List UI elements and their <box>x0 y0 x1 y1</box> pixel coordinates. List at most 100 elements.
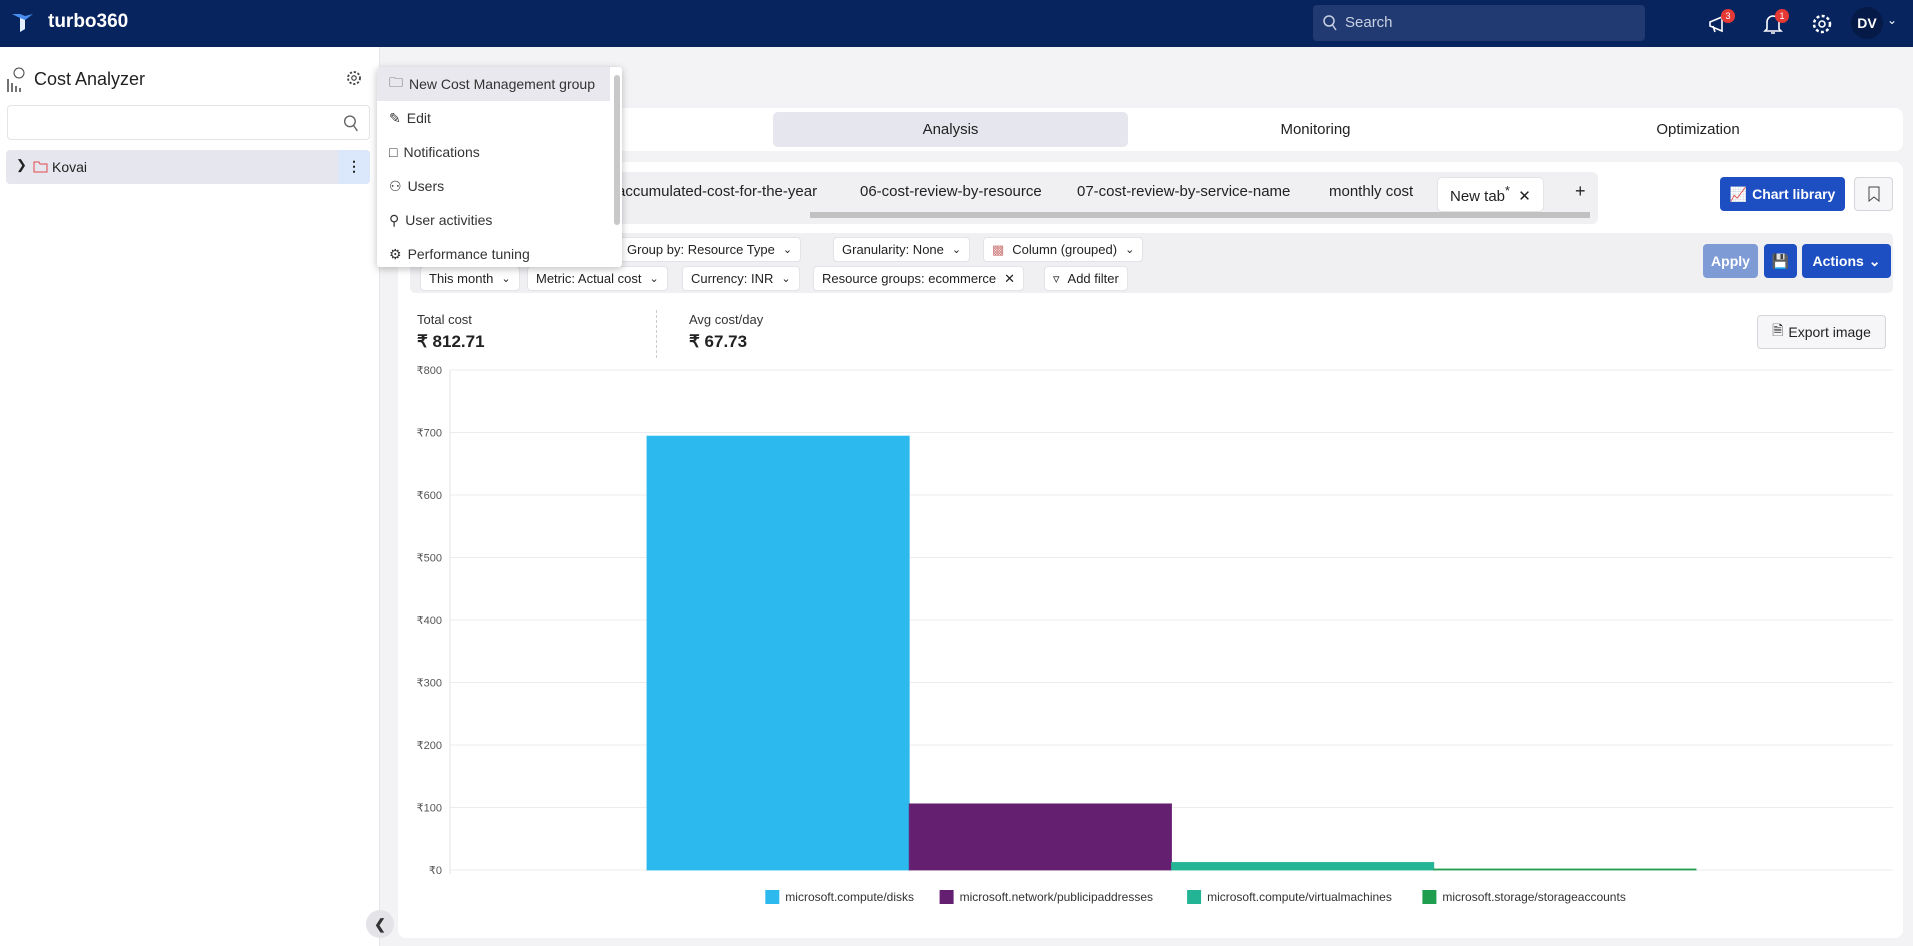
actions-button[interactable]: Actions ⌄ <box>1802 244 1891 278</box>
legend-swatch <box>765 890 780 904</box>
tab-optimization[interactable]: Optimization <box>1508 112 1888 147</box>
turbo360-logo-icon <box>12 14 33 32</box>
legend-label[interactable]: microsoft.storage/storageaccounts <box>1442 890 1625 904</box>
menu-label: Users <box>407 178 445 194</box>
more-options-icon[interactable]: ⋮ <box>338 150 370 184</box>
total-cost-label: Total cost <box>417 312 472 327</box>
search-icon <box>1323 15 1337 31</box>
cost-chart: ₹0 ₹100 ₹200 ₹300 ₹400 ₹500 ₹600 ₹700 ₹800 micros… <box>417 365 1893 904</box>
filter-label: Add filter <box>1067 271 1119 286</box>
chevron-down-icon: ⌄ <box>782 244 793 256</box>
legend-label[interactable]: microsoft.compute/virtualmachines <box>1207 890 1392 904</box>
chart-icon: 📈 <box>1729 185 1748 202</box>
legend-label[interactable]: microsoft.compute/disks <box>785 890 914 904</box>
users-icon: ⚇ <box>389 177 402 194</box>
menu-label: Performance tuning <box>407 246 530 262</box>
bar-publicipaddresses[interactable] <box>908 803 1172 871</box>
legend-swatch <box>939 890 954 904</box>
legend-swatch <box>1187 890 1202 904</box>
y-tick-label: ₹100 <box>417 803 442 815</box>
notifications-button[interactable]: 1 <box>1761 9 1789 36</box>
collapse-sidebar-button[interactable]: ❮ <box>366 910 394 938</box>
filter-label: Currency: INR <box>691 271 774 286</box>
chevron-down-icon: ⌄ <box>501 273 511 285</box>
menu-item-users[interactable]: ⚇ Users <box>377 169 610 203</box>
menu-item-notifications[interactable]: □ Notifications <box>377 135 610 169</box>
chevron-down-icon: ⌄ <box>649 273 659 285</box>
tree-item-label: Kovai <box>52 159 88 175</box>
group-by-filter[interactable]: Group by: Resource Type ⌄ <box>618 237 802 262</box>
menu-item-performance-tuning[interactable]: ⚙ Performance tuning <box>377 237 610 267</box>
filter-label: Metric: Actual cost <box>536 271 642 286</box>
tab-monitoring[interactable]: Monitoring <box>1138 112 1493 147</box>
modified-mark: * <box>1505 184 1510 198</box>
sidebar: Cost Analyzer ❯ Kovai ⋮ ❮ <box>0 47 394 946</box>
file-image-icon: 🗎 <box>1772 322 1784 338</box>
context-menu: 🗀 New Cost Management group ✎ Edit □ Notifi… <box>377 67 622 267</box>
report-tab[interactable]: accumulated-cost-for-the-year <box>617 183 817 200</box>
y-tick-label: ₹700 <box>417 428 442 440</box>
notifications-badge: 1 <box>1775 9 1789 23</box>
add-filter-button[interactable]: ▿ Add filter <box>1044 266 1128 291</box>
chevron-down-icon: ⌄ <box>1868 252 1881 269</box>
close-icon[interactable]: ✕ <box>1518 188 1531 205</box>
y-tick-label: ₹0 <box>429 865 442 877</box>
announcements-button[interactable]: 3 <box>1707 9 1735 36</box>
report-tab[interactable]: monthly cost <box>1329 183 1413 200</box>
tab-analysis[interactable]: Analysis <box>773 112 1128 147</box>
report-tab[interactable]: 06-cost-review-by-resource <box>860 183 1042 200</box>
bar-virtualmachines[interactable] <box>1171 861 1435 871</box>
settings-button[interactable] <box>1810 12 1834 36</box>
granularity-filter[interactable]: Granularity: None ⌄ <box>833 237 971 262</box>
gear-icon <box>1812 14 1832 34</box>
bar-storageaccounts[interactable] <box>1433 868 1697 871</box>
bookmark-button[interactable] <box>1854 177 1893 211</box>
apply-button[interactable]: Apply <box>1703 244 1758 278</box>
report-tab-active[interactable]: New tab* ✕ <box>1437 177 1544 212</box>
avg-cost-value: ₹ 67.73 <box>689 332 748 351</box>
time-range-filter[interactable]: This month ⌄ <box>420 266 520 291</box>
chevron-down-icon: ⌄ <box>951 244 962 256</box>
currency-filter[interactable]: Currency: INR ⌄ <box>682 266 800 291</box>
notification-icon: □ <box>389 144 398 160</box>
tab-label: New tab <box>1450 188 1506 205</box>
add-tab-button[interactable]: + <box>1575 181 1586 202</box>
resource-groups-filter[interactable]: Resource groups: ecommerce ✕ <box>813 266 1025 291</box>
menu-item-new-group[interactable]: 🗀 New Cost Management group <box>377 67 610 101</box>
gear-icon[interactable] <box>345 69 363 87</box>
legend-swatch <box>1422 890 1437 904</box>
y-tick-label: ₹800 <box>417 365 442 377</box>
folder-icon <box>33 161 48 173</box>
global-search-input[interactable]: Search <box>1313 5 1645 41</box>
save-button[interactable]: 💾 <box>1764 244 1797 278</box>
chevron-right-icon[interactable]: ❯ <box>16 157 27 173</box>
menu-item-edit[interactable]: ✎ Edit <box>377 101 610 135</box>
divider <box>656 310 657 358</box>
export-image-button[interactable]: 🗎 Export image <box>1757 315 1886 349</box>
legend-label[interactable]: microsoft.network/publicipaddresses <box>960 890 1153 904</box>
button-label: Chart library <box>1752 186 1836 202</box>
menu-scrollbar[interactable] <box>614 75 620 225</box>
chart-library-button[interactable]: 📈 Chart library <box>1720 177 1845 211</box>
menu-item-user-activities[interactable]: ⚲ User activities <box>377 203 610 237</box>
search-icon <box>343 115 358 132</box>
tree-item-kovai[interactable]: ❯ Kovai ⋮ <box>6 150 370 184</box>
close-icon[interactable]: ✕ <box>1004 271 1015 287</box>
button-label: Actions <box>1812 253 1864 269</box>
column-chart-icon: ▩ <box>992 241 1005 257</box>
metric-filter[interactable]: Metric: Actual cost ⌄ <box>527 266 668 291</box>
filter-label: This month <box>429 271 494 286</box>
sidebar-title: Cost Analyzer <box>34 69 146 89</box>
report-tab[interactable]: 07-cost-review-by-service-name <box>1077 183 1290 200</box>
chevron-down-icon: ⌄ <box>781 273 791 285</box>
filter-label: Granularity: None <box>842 242 944 257</box>
sidebar-search-input[interactable] <box>7 105 370 140</box>
tabs-scrollbar[interactable] <box>810 212 1590 218</box>
bar-disks[interactable] <box>646 435 910 871</box>
top-bar: turbo360 Search 3 1 DV ⌄ <box>0 0 1913 47</box>
chevron-down-icon[interactable]: ⌄ <box>1887 13 1897 27</box>
user-avatar[interactable]: DV <box>1851 7 1883 39</box>
y-tick-label: ₹400 <box>417 615 442 627</box>
menu-label: Notifications <box>403 144 480 160</box>
chart-type-select[interactable]: ▩ Column (grouped) ⌄ <box>983 237 1144 262</box>
